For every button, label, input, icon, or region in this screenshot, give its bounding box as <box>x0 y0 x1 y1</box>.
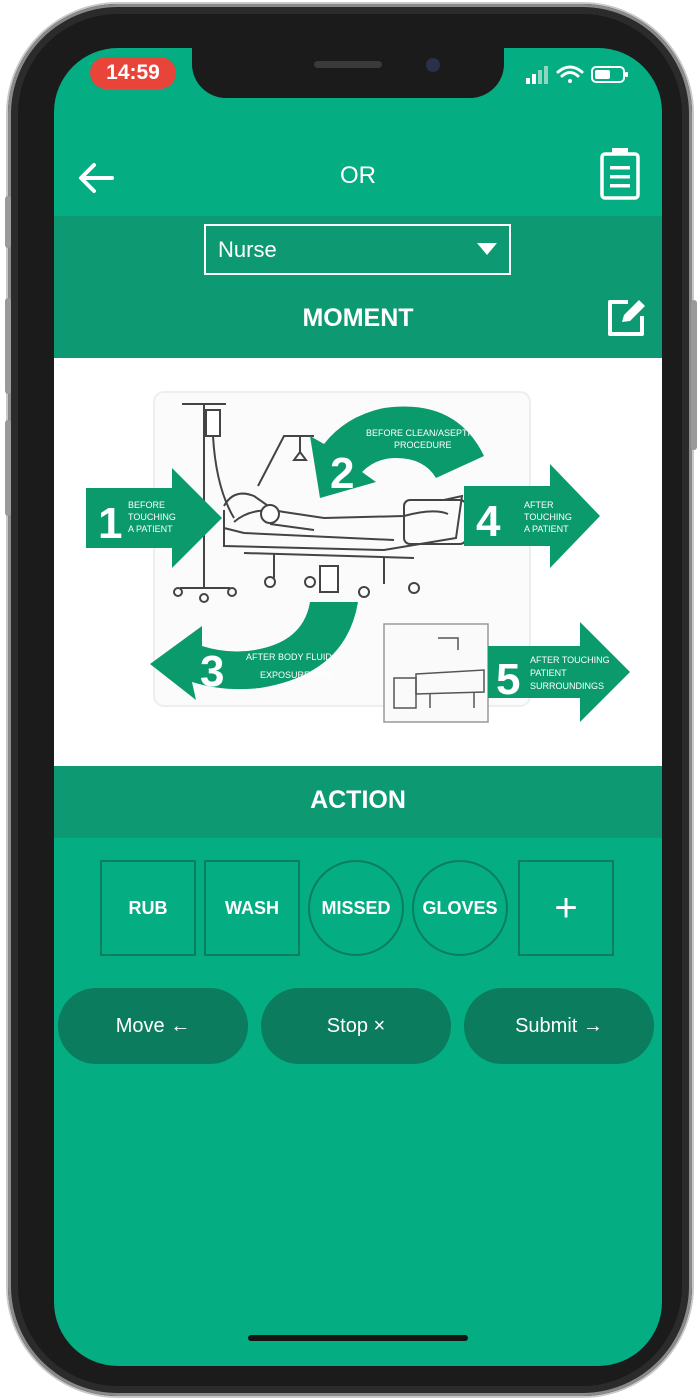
moment-title: MOMENT <box>302 304 414 332</box>
moment-3-number: 3 <box>200 647 224 696</box>
mute-switch <box>5 196 11 248</box>
five-moments-diagram[interactable]: 1 BEFORE TOUCHING A PATIENT 2 BEFORE CLE… <box>84 388 632 733</box>
home-indicator[interactable] <box>248 1335 468 1341</box>
volume-up-button <box>5 298 11 394</box>
move-button[interactable]: Move ← <box>58 988 248 1064</box>
battery-icon <box>591 66 628 83</box>
edit-icon[interactable] <box>604 296 648 340</box>
power-button <box>691 300 697 450</box>
wash-button[interactable]: WASH <box>204 860 300 956</box>
patient-surroundings-inset <box>383 623 489 723</box>
stop-button[interactable]: Stop × <box>261 988 451 1064</box>
moment-4-number: 4 <box>476 497 501 546</box>
gloves-button[interactable]: GLOVES <box>412 860 508 956</box>
role-dropdown[interactable]: Nurse <box>204 224 511 275</box>
missed-button[interactable]: MISSED <box>308 860 404 956</box>
signal-icon <box>526 66 548 84</box>
moment-2-number: 2 <box>330 449 354 498</box>
moment-5-number: 5 <box>496 655 520 704</box>
action-title: ACTION <box>310 786 406 814</box>
app-header: OR <box>54 136 662 216</box>
status-time: 14:59 <box>90 57 176 89</box>
submit-button[interactable]: Submit → <box>464 988 654 1064</box>
status-icons <box>526 65 628 84</box>
app-screen: 14:59 OR Nurse MOMENT 1 BEFORE TOUCHING … <box>54 48 662 1366</box>
speaker <box>314 61 382 68</box>
front-camera <box>426 58 440 72</box>
clipboard-icon[interactable] <box>598 144 642 202</box>
role-dropdown-value: Nurse <box>218 237 277 262</box>
action-buttons: RUB WASH MISSED GLOVES + <box>100 860 616 956</box>
wifi-icon <box>556 65 584 83</box>
moment-1-number: 1 <box>98 499 122 548</box>
add-action-button[interactable]: + <box>518 860 614 956</box>
rub-button[interactable]: RUB <box>100 860 196 956</box>
notch <box>192 48 504 98</box>
moment-illustration-area: 1 BEFORE TOUCHING A PATIENT 2 BEFORE CLE… <box>54 358 662 766</box>
chevron-down-icon <box>477 243 497 255</box>
page-title: OR <box>340 162 376 189</box>
volume-down-button <box>5 420 11 516</box>
